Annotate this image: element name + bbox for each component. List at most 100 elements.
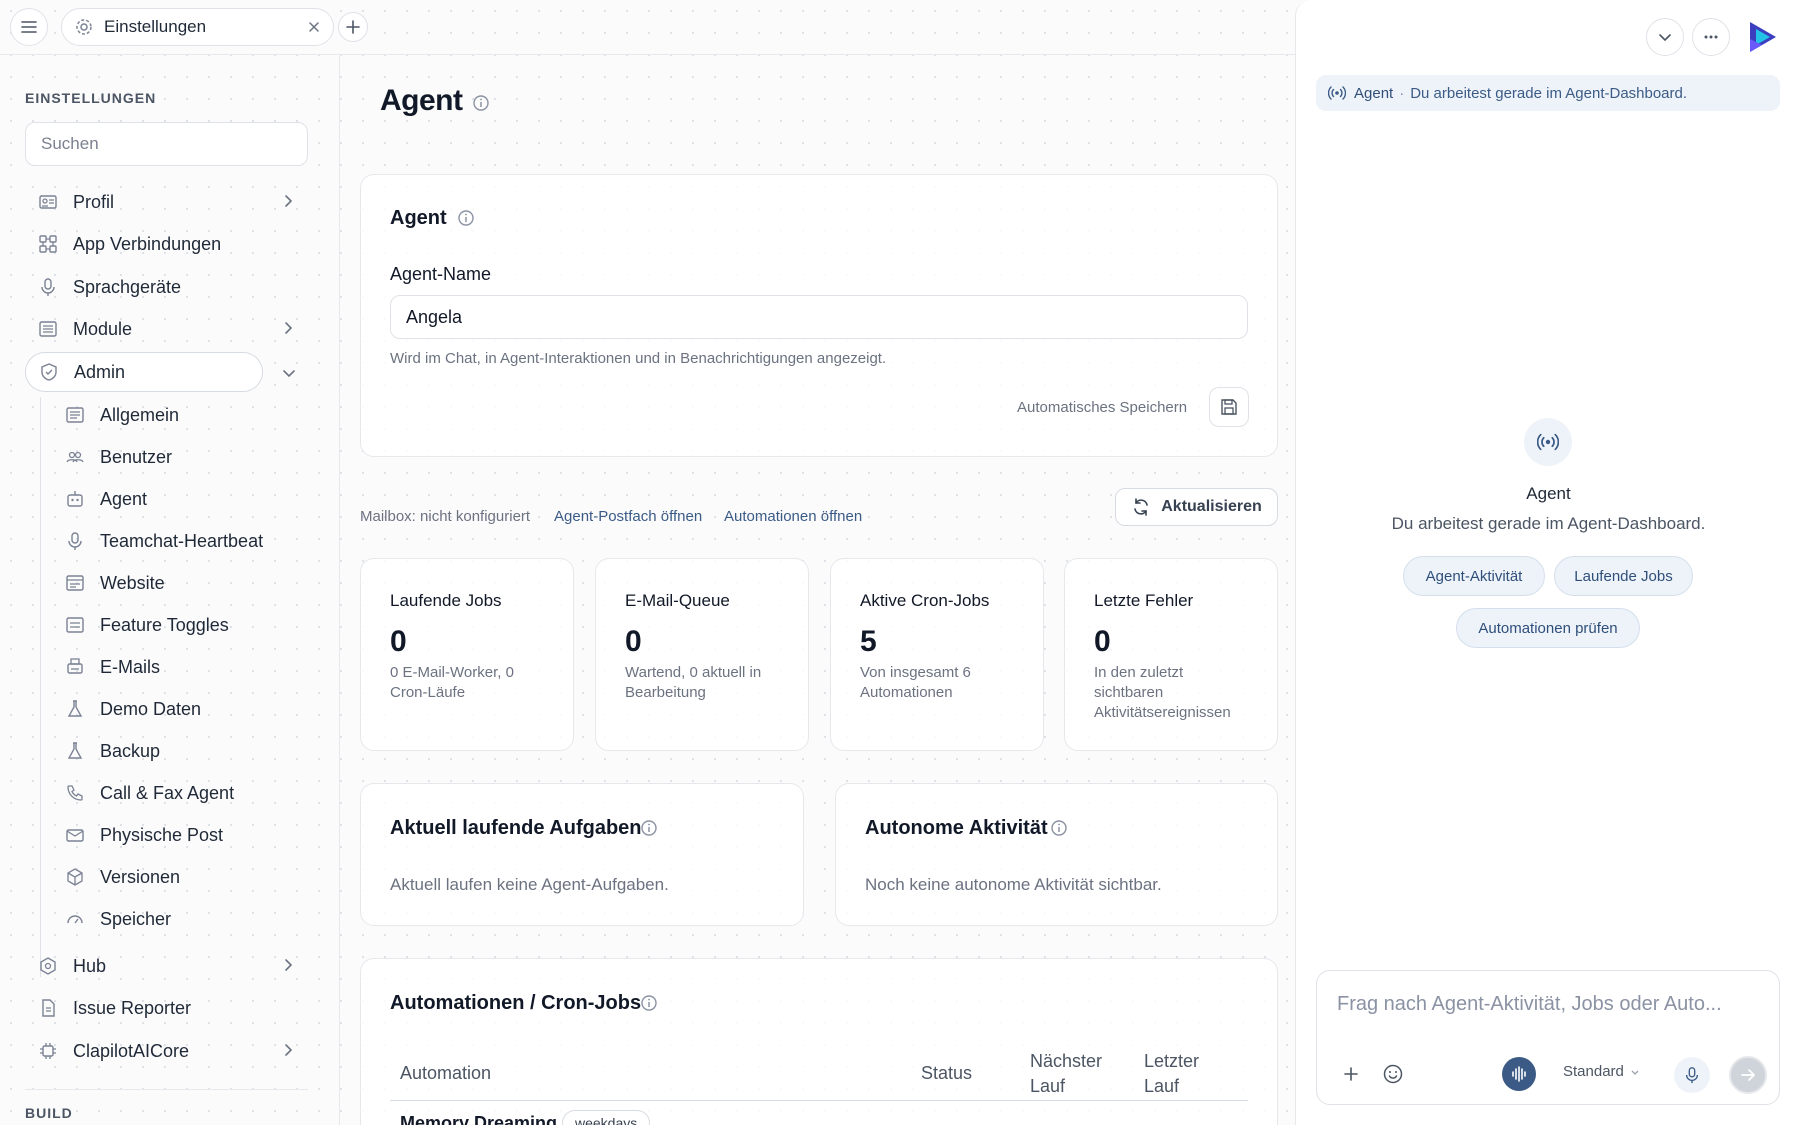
hamburger-icon (21, 21, 37, 33)
sidebar-subitem-label: E-Mails (100, 656, 161, 677)
agent-name-label: Agent-Name (390, 264, 492, 284)
sidebar-subitem-demo-daten[interactable]: Demo Daten (52, 689, 308, 729)
chevron-down-icon[interactable] (281, 365, 297, 381)
sidebar-subitem-speicher[interactable]: Speicher (52, 899, 308, 939)
save-button[interactable] (1209, 387, 1249, 427)
sidebar-subitem-allgemein[interactable]: Allgemein (52, 395, 308, 435)
microphone-icon (1685, 1067, 1699, 1084)
sidebar-item-profil[interactable]: Profil (25, 182, 308, 222)
assistant-subtitle: Du arbeitest gerade im Agent-Dashboard. (1391, 514, 1706, 533)
sidebar-subitem-label: Benutzer (100, 446, 173, 467)
list-icon (64, 404, 86, 426)
stat-description: In den zuletzt sichtbaren Aktivitätserei… (1094, 664, 1231, 721)
more-options-button[interactable] (1692, 18, 1730, 56)
sidebar-item-sprachgeraete[interactable]: Sprachgeräte (25, 267, 308, 307)
info-icon[interactable] (457, 209, 475, 227)
sidebar-subitem-website[interactable]: Website (52, 563, 308, 603)
autonomous-activity-title: Autonome Aktivität (865, 817, 1048, 839)
sidebar-subitem-call-fax-agent[interactable]: Call & Fax Agent (52, 773, 308, 813)
mailbox-status: Mailbox: nicht konfiguriert (360, 508, 531, 525)
sidebar-item-issue-reporter[interactable]: Issue Reporter (25, 988, 308, 1028)
menu-button[interactable] (10, 8, 48, 46)
sidebar-subitem-label: Website (100, 572, 165, 593)
automations-link[interactable]: Automationen öffnen (724, 508, 862, 525)
stat-description: Von insgesamt 6 Automationen (860, 664, 971, 701)
tab-settings[interactable]: Einstellungen (61, 8, 334, 46)
model-select[interactable]: Standard (1563, 1063, 1640, 1080)
sidebar-build-heading: BUILD (25, 1105, 73, 1121)
arrow-right-icon (1741, 1069, 1756, 1081)
column-header-last-run[interactable]: Letzter Lauf (1144, 1049, 1224, 1099)
sidebar-item-admin[interactable]: Admin (25, 352, 263, 392)
suggestion-chip-check-automations[interactable]: Automationen prüfen (1456, 608, 1640, 648)
microphone-icon (37, 276, 59, 298)
sidebar-subitem-label: Versionen (100, 866, 181, 887)
stat-card-active-cron-jobs: Aktive Cron-Jobs 5 Von insgesamt 6 Autom… (830, 558, 1044, 751)
suggestion-chip-agent-activity[interactable]: Agent-Aktivität (1403, 556, 1545, 596)
stat-label: E-Mail-Queue (625, 591, 730, 610)
stat-value: 0 (1094, 625, 1111, 658)
chip-icon (37, 1040, 59, 1062)
sidebar-subitem-label: Call & Fax Agent (100, 782, 235, 803)
banner-text: Du arbeitest gerade im Agent-Dashboard. (1410, 84, 1688, 102)
sidebar-subitem-physische-post[interactable]: Physische Post (52, 815, 308, 855)
info-icon[interactable] (640, 819, 658, 837)
sidebar-subitem-e-mails[interactable]: E-Mails (52, 647, 308, 687)
settings-sidebar: EINSTELLUNGEN Profil App Verbindungen Sp… (0, 56, 340, 1125)
voice-mode-button[interactable] (1502, 1057, 1536, 1091)
stat-card-running-jobs: Laufende Jobs 0 0 E-Mail-Worker, 0 Cron-… (360, 558, 574, 751)
sidebar-item-label: Admin (74, 361, 126, 382)
column-header-next-run[interactable]: Nächster Lauf (1030, 1049, 1120, 1099)
sidebar-item-clapilotaicore[interactable]: ClapilotAICore (25, 1031, 308, 1071)
info-icon[interactable] (1050, 819, 1068, 837)
agent-name-input[interactable] (390, 295, 1248, 339)
column-header-status[interactable]: Status (921, 1061, 972, 1086)
chevron-down-icon (1659, 34, 1671, 42)
chat-composer: Standard (1316, 970, 1780, 1105)
more-horizontal-icon (1704, 35, 1718, 39)
sidebar-item-app-verbindungen[interactable]: App Verbindungen (25, 224, 308, 264)
microphone-button[interactable] (1674, 1057, 1710, 1093)
column-header-automation[interactable]: Automation (400, 1061, 491, 1086)
broadcast-icon (1328, 86, 1346, 100)
sidebar-item-module[interactable]: Module (25, 309, 308, 349)
tab-settings-label: Einstellungen (104, 17, 207, 36)
sidebar-subitem-benutzer[interactable]: Benutzer (52, 437, 308, 477)
sidebar-item-hub[interactable]: Hub (25, 946, 308, 986)
sidebar-subitem-feature-toggles[interactable]: Feature Toggles (52, 605, 308, 645)
send-button[interactable] (1729, 1056, 1767, 1094)
suggestion-chip-running-jobs[interactable]: Laufende Jobs (1554, 556, 1693, 596)
collapse-button[interactable] (1646, 18, 1684, 56)
gauge-icon (64, 908, 86, 930)
info-icon[interactable] (472, 94, 490, 112)
attach-button[interactable] (1337, 1060, 1365, 1088)
sidebar-search-input[interactable] (25, 122, 308, 166)
connections-icon (37, 233, 59, 255)
sidebar-subitem-label: Feature Toggles (100, 614, 229, 635)
running-tasks-empty: Aktuell laufen keine Agent-Aufgaben. (390, 875, 669, 894)
new-tab-button[interactable] (338, 12, 368, 42)
cube-icon (64, 866, 86, 888)
toggles-icon (64, 614, 86, 636)
sidebar-heading: EINSTELLUNGEN (25, 90, 157, 106)
sidebar-subitem-versionen[interactable]: Versionen (52, 857, 308, 897)
automation-row-name[interactable]: Memory Dreaming (400, 1113, 557, 1125)
sidebar-subitem-teamchat-heartbeat[interactable]: Teamchat-Heartbeat (52, 521, 308, 561)
emoji-button[interactable] (1379, 1060, 1407, 1088)
chevron-right-icon (285, 1044, 293, 1056)
sidebar-subitem-backup[interactable]: Backup (52, 731, 308, 771)
sidebar-item-label: Sprachgeräte (73, 276, 182, 297)
info-icon[interactable] (640, 994, 658, 1012)
sidebar-item-label: Profil (73, 191, 115, 212)
autonomous-activity-card (835, 783, 1278, 926)
stat-label: Aktive Cron-Jobs (860, 591, 990, 610)
agent-broadcast-badge (1524, 418, 1572, 466)
sidebar-subitem-agent[interactable]: Agent (52, 479, 308, 519)
agent-mailbox-link[interactable]: Agent-Postfach öffnen (554, 508, 702, 525)
close-icon[interactable] (307, 20, 321, 34)
assistant-panel: Agent · Du arbeitest gerade im Agent-Das… (1295, 0, 1800, 1125)
refresh-button[interactable]: Aktualisieren (1115, 488, 1278, 526)
chat-input[interactable] (1337, 987, 1757, 1021)
floppy-disk-icon (1221, 399, 1237, 415)
sidebar-subitem-label: Speicher (100, 908, 172, 929)
